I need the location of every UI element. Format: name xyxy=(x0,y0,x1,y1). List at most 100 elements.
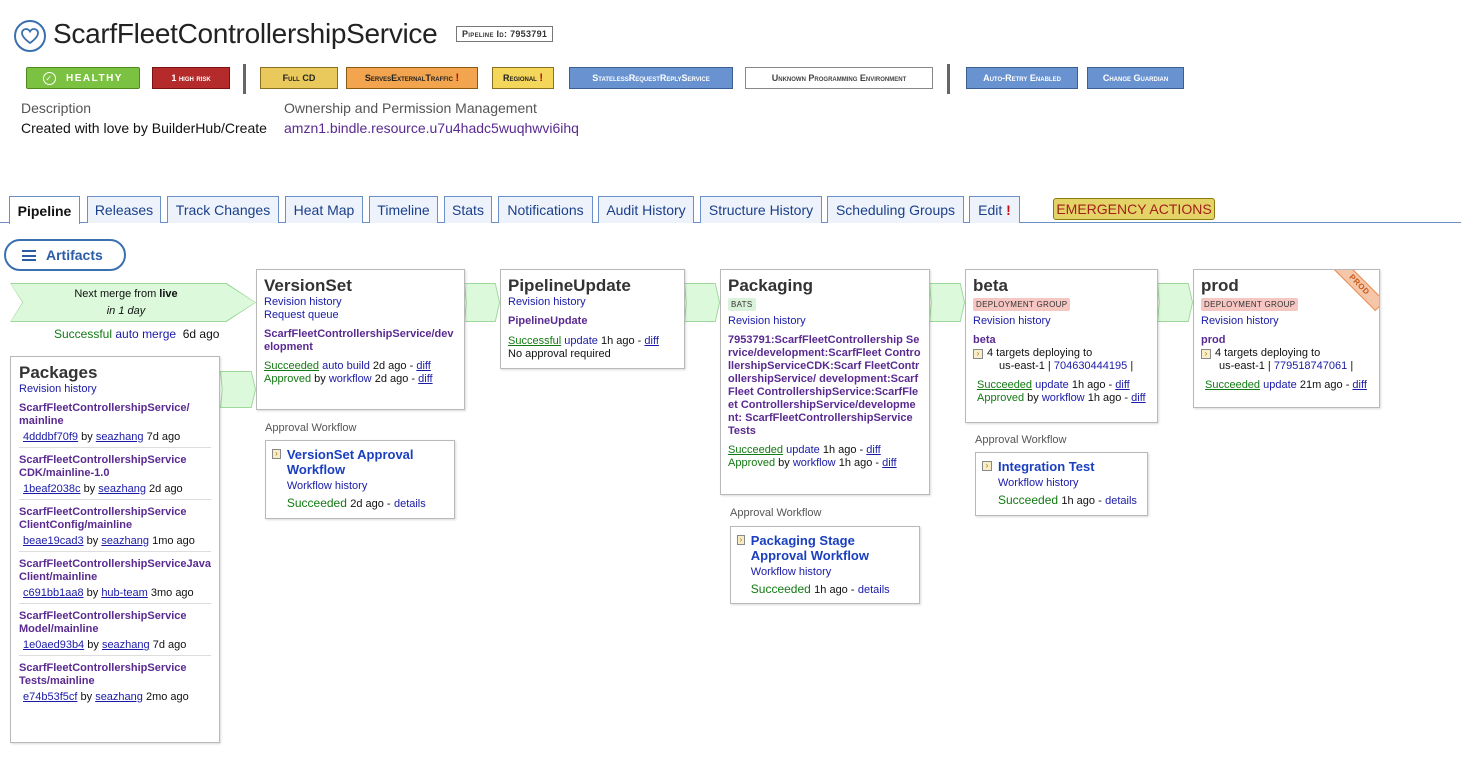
tab-track-changes[interactable]: Track Changes xyxy=(167,196,279,223)
versionset-name[interactable]: ScarfFleetControllershipService/developm… xyxy=(264,328,457,354)
user-link[interactable]: seazhang xyxy=(95,691,143,703)
package-name[interactable]: ScarfFleetControllershipService ClientCo… xyxy=(19,506,211,532)
high-risk-badge[interactable]: 1 high risk xyxy=(152,67,230,89)
regional-badge[interactable]: Regional ! xyxy=(492,67,554,89)
workflow-name[interactable]: VersionSet Approval Workflow xyxy=(287,447,448,477)
commit-ago: 7d ago xyxy=(146,431,181,443)
update-link[interactable]: update xyxy=(1035,379,1069,391)
by-text: by xyxy=(87,639,99,651)
package-name[interactable]: ScarfFleetControllershipService CDK/main… xyxy=(19,454,211,480)
ownership-label: Ownership and Permission Management xyxy=(284,100,537,116)
beta-revision-history-link[interactable]: Revision history xyxy=(973,315,1051,327)
heart-icon[interactable] xyxy=(14,20,46,52)
package-name[interactable]: ScarfFleetControllershipServiceJava Clie… xyxy=(19,558,211,584)
account-link[interactable]: 704630444195 xyxy=(1054,360,1127,372)
commit-link[interactable]: 4dddbf70f9 xyxy=(23,431,78,443)
list-item: ScarfFleetControllershipServiceJava Clie… xyxy=(19,552,211,604)
artifacts-button[interactable]: Artifacts xyxy=(4,239,126,271)
user-link[interactable]: seazhang xyxy=(102,639,150,651)
diff-link[interactable]: diff xyxy=(1115,379,1129,391)
workflow-name[interactable]: Packaging Stage Approval Workflow xyxy=(751,533,913,563)
full-cd-badge[interactable]: Full CD xyxy=(260,67,338,89)
workflow-link[interactable]: workflow xyxy=(329,373,372,385)
diff-link[interactable]: diff xyxy=(1352,379,1366,391)
pipelineupdate-revision-history-link[interactable]: Revision history xyxy=(508,296,586,308)
tab-timeline[interactable]: Timeline xyxy=(369,196,438,223)
emergency-actions-button[interactable]: EMERGENCY ACTIONS xyxy=(1053,198,1215,220)
diff-link[interactable]: diff xyxy=(1131,392,1145,404)
auto-build-link[interactable]: auto build xyxy=(322,360,370,372)
beta-succeeded-status[interactable]: Succeeded xyxy=(977,379,1032,391)
expand-icon[interactable]: › xyxy=(1201,349,1211,359)
details-link[interactable]: details xyxy=(1105,495,1137,507)
user-link[interactable]: hub-team xyxy=(101,587,147,599)
packaging-name[interactable]: 7953791:ScarfFleetControllership Service… xyxy=(728,334,922,438)
expand-icon[interactable]: › xyxy=(737,535,745,545)
tab-scheduling-groups[interactable]: Scheduling Groups xyxy=(827,196,964,223)
update-link[interactable]: update xyxy=(786,444,820,456)
next-merge-when: in 1 day xyxy=(106,305,146,317)
diff-link[interactable]: diff xyxy=(882,457,896,469)
versionset-succeeded-status[interactable]: Succeeded xyxy=(264,360,319,372)
commit-link[interactable]: 1beaf2038c xyxy=(23,483,81,495)
commit-link[interactable]: beae19cad3 xyxy=(23,535,84,547)
package-name[interactable]: ScarfFleetControllershipService Tests/ma… xyxy=(19,662,211,688)
tab-edit[interactable]: Edit ! xyxy=(969,196,1020,223)
expand-icon[interactable]: › xyxy=(973,349,983,359)
workflow-link[interactable]: workflow xyxy=(1042,392,1085,404)
pipelineupdate-status[interactable]: Successful xyxy=(508,335,561,347)
healthy-badge[interactable]: ✓ HEALTHY xyxy=(26,67,140,89)
diff-link[interactable]: diff xyxy=(866,444,880,456)
versionset-title: VersionSet xyxy=(264,276,352,295)
commit-link[interactable]: 1e0aed93b4 xyxy=(23,639,84,651)
serves-external-traffic-badge[interactable]: ServesExternalTraffic ! xyxy=(346,67,478,89)
tab-structure-history[interactable]: Structure History xyxy=(700,196,822,223)
tab-releases[interactable]: Releases xyxy=(87,196,161,223)
packaging-revision-history-link[interactable]: Revision history xyxy=(728,315,806,327)
package-name[interactable]: ScarfFleetControllershipService Model/ma… xyxy=(19,610,211,636)
beta-group-name[interactable]: beta xyxy=(973,334,1150,347)
versionset-approved-ago: 2d ago - xyxy=(374,373,416,385)
expand-icon[interactable]: › xyxy=(272,449,281,459)
auto-merge-link[interactable]: auto merge xyxy=(115,327,176,341)
request-queue-link[interactable]: Request queue xyxy=(264,309,339,321)
commit-link[interactable]: c691bb1aa8 xyxy=(23,587,84,599)
account-link[interactable]: 779518747061 xyxy=(1274,360,1347,372)
prod-group-name[interactable]: prod xyxy=(1201,334,1372,347)
package-name[interactable]: ScarfFleetControllershipService/ mainlin… xyxy=(19,402,211,428)
update-link[interactable]: update xyxy=(1263,379,1297,391)
workflow-history-link[interactable]: Workflow history xyxy=(751,566,831,578)
tab-audit-history[interactable]: Audit History xyxy=(598,196,694,223)
user-link[interactable]: seazhang xyxy=(101,535,149,547)
packaging-succeeded-status[interactable]: Succeeded xyxy=(728,444,783,456)
expand-icon[interactable]: › xyxy=(982,461,992,471)
diff-link[interactable]: diff xyxy=(644,335,658,347)
stateless-badge[interactable]: StatelessRequestReplyService xyxy=(569,67,733,89)
user-link[interactable]: seazhang xyxy=(98,483,146,495)
versionset-revision-history-link[interactable]: Revision history xyxy=(264,296,342,308)
diff-link[interactable]: diff xyxy=(418,373,432,385)
prod-succeeded-status[interactable]: Succeeded xyxy=(1205,379,1260,391)
packages-revision-history-link[interactable]: Revision history xyxy=(19,383,97,395)
tab-notifications[interactable]: Notifications xyxy=(498,196,593,223)
workflow-name[interactable]: Integration Test xyxy=(998,459,1137,474)
tab-heat-map[interactable]: Heat Map xyxy=(285,196,363,223)
prod-revision-history-link[interactable]: Revision history xyxy=(1201,315,1279,327)
update-link[interactable]: update xyxy=(564,335,598,347)
tab-pipeline[interactable]: Pipeline xyxy=(9,196,80,224)
change-guardian-badge[interactable]: Change Guardian xyxy=(1087,67,1184,89)
programming-env-badge[interactable]: Unknown Programming Environment xyxy=(745,67,933,89)
workflow-history-link[interactable]: Workflow history xyxy=(998,477,1078,489)
user-link[interactable]: seazhang xyxy=(96,431,144,443)
auto-retry-badge[interactable]: Auto-Retry Enabled xyxy=(966,67,1078,89)
workflow-history-link[interactable]: Workflow history xyxy=(287,480,367,492)
commit-link[interactable]: e74b53f5cf xyxy=(23,691,77,703)
workflow-link[interactable]: workflow xyxy=(793,457,836,469)
diff-link[interactable]: diff xyxy=(416,360,430,372)
details-link[interactable]: details xyxy=(858,584,890,596)
by-text: by xyxy=(314,373,326,385)
tab-stats[interactable]: Stats xyxy=(444,196,492,223)
pipelineupdate-name[interactable]: PipelineUpdate xyxy=(508,315,677,328)
bindle-link[interactable]: amzn1.bindle.resource.u7u4hadc5wuqhwvi6i… xyxy=(284,120,579,136)
details-link[interactable]: details xyxy=(394,498,426,510)
